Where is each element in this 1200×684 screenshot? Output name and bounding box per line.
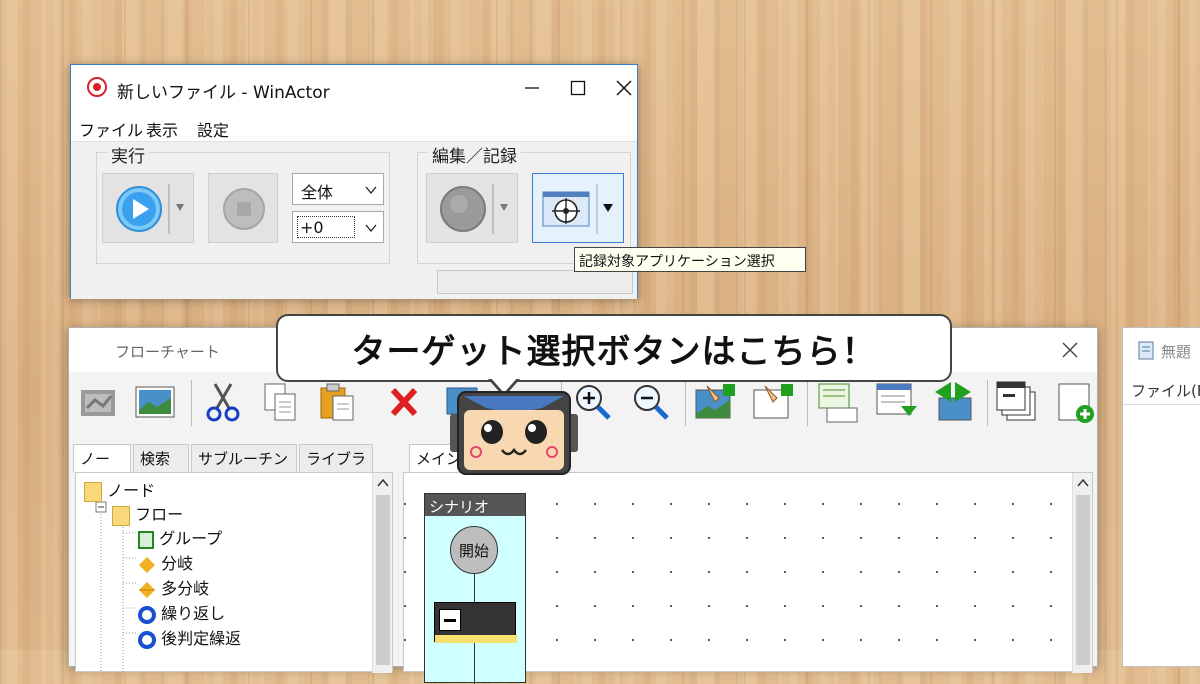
tree-item-flow[interactable]: フロー [112,501,183,526]
window-arrow-icon[interactable] [875,380,919,424]
play-button[interactable] [102,173,194,243]
tree-item-node[interactable]: ノード [84,477,155,502]
loop-icon [138,605,156,624]
multi-branch-icon [139,581,155,598]
group-icon [138,530,154,549]
add-window-icon[interactable] [1055,380,1099,424]
target-crosshair-icon [542,184,613,234]
tooltip-target-select: 記録対象アプリケーション選択 [574,247,806,272]
toolbar-separator [191,380,192,426]
paste-icon[interactable] [315,380,359,424]
tab-search[interactable]: 検索 [133,444,189,472]
ui-element-icon[interactable] [815,380,859,424]
minimize-icon [525,87,539,89]
collapse-icon[interactable] [439,609,461,631]
menu-view[interactable]: 表示 [146,117,178,141]
cut-icon[interactable] [201,380,245,424]
robot-mascot-icon [450,391,578,475]
run-group: 実行 全体 +0 [96,142,390,264]
image-hand-icon[interactable] [751,380,795,424]
capture-hand-icon[interactable] [77,380,121,424]
maximize-icon [570,80,586,96]
scroll-thumb[interactable] [1076,495,1090,665]
minimize-button[interactable] [509,73,555,103]
edit-record-group-label: 編集／記録 [428,142,521,167]
tree-item-multi-branch[interactable]: 多分岐 [138,575,209,599]
tree-scrollbar[interactable] [372,473,392,673]
close-button[interactable] [601,73,647,103]
menubar: ファイル 表示 設定 [71,111,637,141]
tree-item-post-loop[interactable]: 後判定繰返 [138,625,241,649]
branch-icon [139,556,155,573]
loop-icon [138,630,156,649]
folder-icon [84,481,102,502]
winactor-window: 新しいファイル - WinActor ファイル 表示 設定 実行 全体 +0 編… [70,64,638,299]
toolbar-separator [807,380,808,426]
tree-item-group[interactable]: グループ [138,525,222,549]
windows-stack-icon[interactable] [995,380,1039,424]
run-group-label: 実行 [107,142,149,167]
chevron-down-icon [365,186,377,195]
tab-library[interactable]: ライブラリ [299,444,373,489]
third-window-title: 無題 [1161,343,1192,361]
window-title: 新しいファイル - WinActor [117,83,330,103]
arrow-image-icon[interactable] [931,380,975,424]
target-select-button[interactable] [532,173,624,243]
zoom-out-icon[interactable] [629,380,673,424]
copy-icon[interactable] [259,380,303,424]
folder-icon [112,505,130,526]
image-hand-icon[interactable] [693,380,737,424]
tree-item-branch[interactable]: 分岐 [138,550,193,574]
scenario-lane[interactable]: シナリオ 開始 [424,493,526,684]
canvas-scrollbar[interactable] [1072,473,1092,673]
third-window: 無題 ファイル(F) [1122,327,1200,667]
menu-settings[interactable]: 設定 [197,117,229,141]
image-icon[interactable] [133,380,177,424]
winactor-logo-icon [87,77,107,97]
stop-icon [223,188,265,230]
notepad-icon [1138,341,1154,360]
callout-bubble: ターゲット選択ボタンはこちら！ [276,314,952,382]
toolbar-separator [987,380,988,426]
scope-select-value: 全体 [301,183,334,202]
scope-select[interactable]: 全体 [292,173,384,205]
delete-icon[interactable] [383,380,427,424]
close-icon[interactable] [1062,342,1078,358]
chevron-up-icon [1077,478,1089,487]
tab-node[interactable]: ノード [73,444,131,489]
flow-area: メイン シナリオ 開始 [403,444,1093,684]
ribbon: 実行 全体 +0 編集／記録 [71,141,637,299]
stop-button[interactable] [208,173,278,243]
start-node[interactable]: 開始 [450,526,498,574]
flow-canvas[interactable]: シナリオ 開始 [403,472,1093,684]
toolbar-separator [685,380,686,426]
group-block[interactable] [434,602,517,643]
offset-select[interactable]: +0 [292,211,384,243]
winactor-titlebar[interactable]: 新しいファイル - WinActor [71,65,637,111]
close-icon [616,80,632,96]
node-tree: ノード フロー グループ 分岐 多分岐 繰り返し 後判定繰返 [75,472,393,673]
scroll-thumb[interactable] [376,495,390,665]
chevron-up-icon [377,478,389,487]
menu-file[interactable]: ファイル [79,117,143,141]
scenario-label: シナリオ [425,494,525,516]
flowchart-title: フローチャート [115,343,220,361]
record-icon [440,184,508,234]
play-icon [116,184,184,234]
tab-subroutine[interactable]: サブルーチン [191,444,297,472]
offset-select-value: +0 [297,216,355,238]
third-window-menu-file[interactable]: ファイル(F) [1131,380,1200,401]
tree-item-loop[interactable]: 繰り返し [138,600,225,624]
record-button[interactable] [426,173,518,243]
chevron-down-icon [365,224,377,233]
maximize-button[interactable] [555,73,601,103]
status-bar [437,270,633,294]
